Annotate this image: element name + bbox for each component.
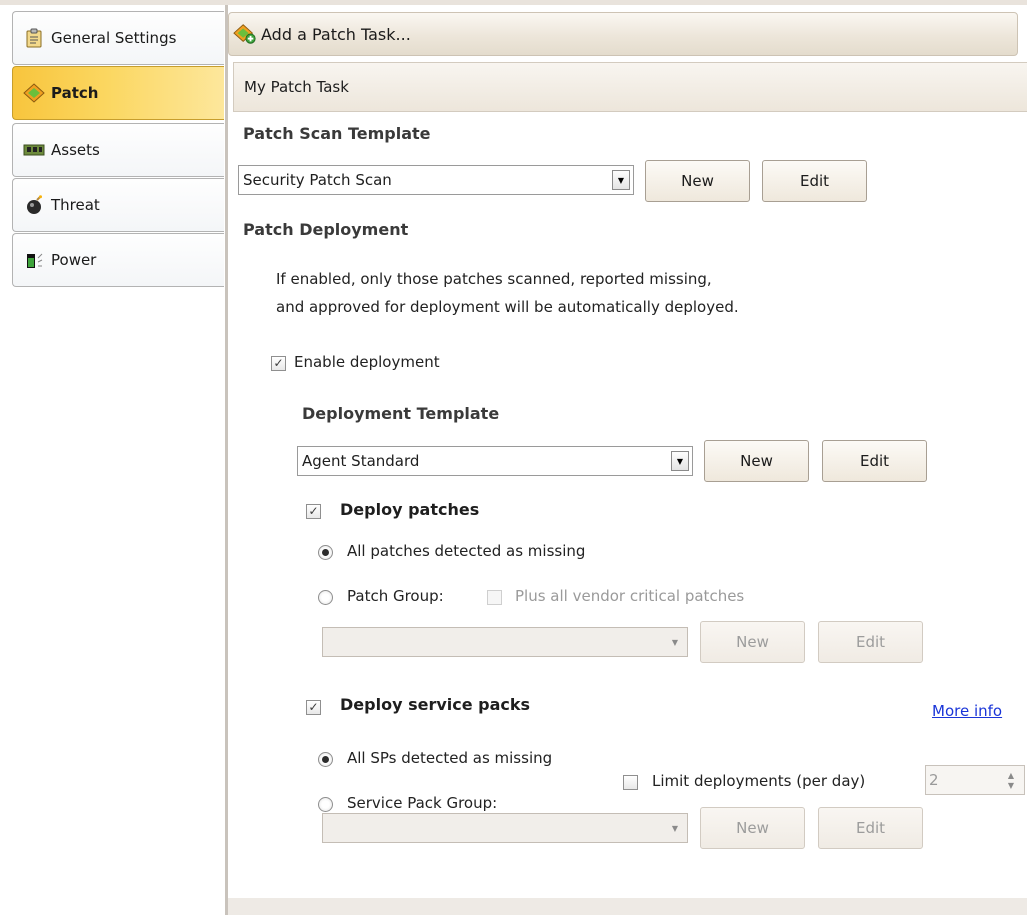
- patch-group-label: Patch Group:: [347, 587, 444, 605]
- sidebar: General Settings Patch Assets Threat Pow…: [0, 5, 226, 915]
- sidebar-item-threat[interactable]: Threat: [12, 178, 224, 232]
- sidebar-item-label: Assets: [51, 141, 100, 159]
- scan-edit-button[interactable]: Edit: [762, 160, 867, 202]
- deployment-template-value: Agent Standard: [302, 452, 420, 470]
- chevron-down-icon[interactable]: ▼: [612, 170, 630, 190]
- sidebar-item-assets[interactable]: Assets: [12, 123, 224, 177]
- deployment-new-button[interactable]: New: [704, 440, 809, 482]
- deployment-template-heading: Deployment Template: [302, 404, 500, 423]
- service-pack-group-radio[interactable]: [318, 797, 333, 812]
- deployment-template-select[interactable]: Agent Standard ▼: [297, 446, 693, 476]
- vendor-critical-checkbox[interactable]: [487, 590, 502, 605]
- add-patch-icon: [233, 22, 257, 46]
- sidebar-item-label: Power: [51, 251, 97, 269]
- sidebar-item-label: General Settings: [51, 29, 177, 47]
- limit-deployments-value: 2: [929, 771, 939, 789]
- spin-up-icon[interactable]: ▲: [1008, 771, 1014, 780]
- patch-diamond-icon: [23, 82, 45, 104]
- deploy-service-packs-checkbox[interactable]: ✓: [306, 700, 321, 715]
- patch-group-radio[interactable]: [318, 590, 333, 605]
- scan-new-button[interactable]: New: [645, 160, 750, 202]
- all-patches-radio[interactable]: [318, 545, 333, 560]
- vendor-critical-label: Plus all vendor critical patches: [515, 587, 745, 605]
- patch-group-edit-button[interactable]: Edit: [818, 621, 923, 663]
- chevron-down-icon[interactable]: ▼: [666, 818, 684, 838]
- spin-down-icon[interactable]: ▼: [1008, 781, 1014, 790]
- patch-deployment-heading: Patch Deployment: [243, 220, 409, 239]
- chevron-down-icon[interactable]: ▼: [671, 451, 689, 471]
- task-name-field[interactable]: My Patch Task: [233, 62, 1027, 112]
- all-patches-label: All patches detected as missing: [347, 542, 586, 560]
- service-pack-new-button[interactable]: New: [700, 807, 805, 849]
- sidebar-item-label: Threat: [51, 196, 100, 214]
- patch-scan-template-heading: Patch Scan Template: [243, 124, 431, 143]
- sidebar-item-power[interactable]: Power: [12, 233, 224, 287]
- deployment-description-line1: If enabled, only those patches scanned, …: [276, 270, 712, 288]
- all-sps-radio[interactable]: [318, 752, 333, 767]
- service-pack-group-label: Service Pack Group:: [347, 794, 498, 812]
- deploy-patches-checkbox[interactable]: ✓: [306, 504, 321, 519]
- deployment-edit-button[interactable]: Edit: [822, 440, 927, 482]
- limit-deployments-spinner[interactable]: 2 ▲ ▼: [925, 765, 1025, 795]
- sidebar-divider: [225, 5, 228, 915]
- deploy-service-packs-label: Deploy service packs: [340, 695, 531, 714]
- add-patch-task-label: Add a Patch Task...: [261, 24, 411, 44]
- sidebar-item-patch[interactable]: Patch: [12, 66, 224, 120]
- bomb-icon: [23, 194, 45, 216]
- add-patch-task-button[interactable]: Add a Patch Task...: [228, 12, 1018, 56]
- deployment-description-line2: and approved for deployment will be auto…: [276, 298, 739, 316]
- patch-scan-template-select[interactable]: Security Patch Scan ▼: [238, 165, 634, 195]
- more-info-link[interactable]: More info: [932, 702, 1002, 720]
- power-icon: [23, 249, 45, 271]
- patch-group-new-button[interactable]: New: [700, 621, 805, 663]
- enable-deployment-checkbox[interactable]: ✓: [271, 356, 286, 371]
- deploy-patches-label: Deploy patches: [340, 500, 480, 519]
- service-pack-edit-button[interactable]: Edit: [818, 807, 923, 849]
- assets-chip-icon: [23, 139, 45, 161]
- sidebar-item-label: Patch: [51, 84, 99, 102]
- limit-deployments-checkbox[interactable]: [623, 775, 638, 790]
- limit-deployments-label: Limit deployments (per day): [652, 772, 866, 790]
- sidebar-item-general-settings[interactable]: General Settings: [12, 11, 224, 65]
- patch-group-select[interactable]: ▼: [322, 627, 688, 657]
- clipboard-icon: [23, 27, 45, 49]
- patch-scan-template-value: Security Patch Scan: [243, 171, 392, 189]
- all-sps-label: All SPs detected as missing: [347, 749, 553, 767]
- enable-deployment-label: Enable deployment: [294, 353, 440, 371]
- bottom-strip: [228, 898, 1027, 915]
- service-pack-group-select[interactable]: ▼: [322, 813, 688, 843]
- chevron-down-icon[interactable]: ▼: [666, 632, 684, 652]
